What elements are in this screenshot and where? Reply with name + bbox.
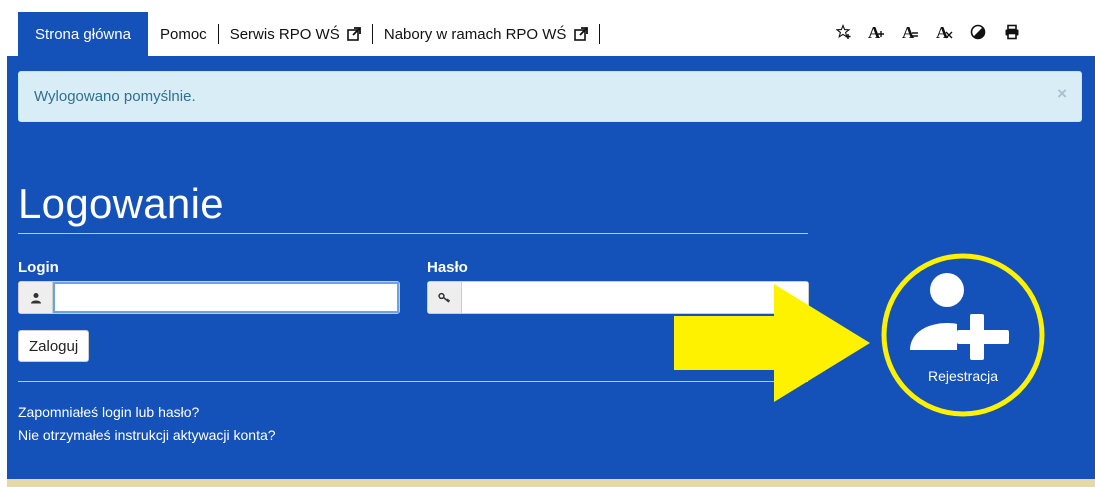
footer-accent-bar bbox=[7, 479, 1095, 487]
font-largest-icon[interactable]: A bbox=[932, 20, 956, 44]
logout-success-alert: Wylogowano pomyślnie. × bbox=[18, 71, 1082, 122]
divider bbox=[18, 233, 808, 234]
register-button[interactable]: Rejestracja bbox=[879, 252, 1047, 418]
login-input-group bbox=[18, 281, 400, 314]
print-icon[interactable] bbox=[1000, 20, 1024, 44]
svg-text:A: A bbox=[936, 23, 949, 41]
alert-text: Wylogowano pomyślnie. bbox=[34, 88, 196, 105]
page-title: Logowanie bbox=[18, 180, 224, 227]
close-icon[interactable]: × bbox=[1057, 84, 1067, 104]
activation-instructions-link[interactable]: Nie otrzymałeś instrukcji aktywacji kont… bbox=[18, 427, 276, 443]
login-button[interactable]: Zaloguj bbox=[18, 330, 90, 362]
password-label: Hasło bbox=[427, 259, 468, 276]
svg-text:A: A bbox=[902, 23, 915, 41]
user-icon bbox=[19, 282, 53, 313]
contrast-icon[interactable] bbox=[966, 20, 990, 44]
forgot-credentials-link[interactable]: Zapomniałeś login lub hasło? bbox=[18, 404, 199, 420]
key-icon bbox=[428, 282, 462, 313]
arrow-right-icon bbox=[674, 284, 870, 402]
font-normal-icon[interactable]: A bbox=[864, 20, 888, 44]
font-larger-icon[interactable]: A bbox=[898, 20, 922, 44]
favorite-star-icon[interactable] bbox=[832, 20, 856, 44]
add-user-icon bbox=[910, 273, 1009, 360]
accessibility-toolbar: A A A bbox=[0, 20, 1095, 44]
login-panel: Wylogowano pomyślnie. × Logowanie Login … bbox=[7, 56, 1095, 479]
top-navigation: Strona główna Pomoc Serwis RPO WŚ Nabory… bbox=[0, 0, 1095, 56]
login-input[interactable] bbox=[53, 282, 399, 313]
svg-text:A: A bbox=[868, 23, 881, 41]
login-label: Login bbox=[18, 259, 59, 276]
register-label: Rejestracja bbox=[927, 368, 999, 384]
